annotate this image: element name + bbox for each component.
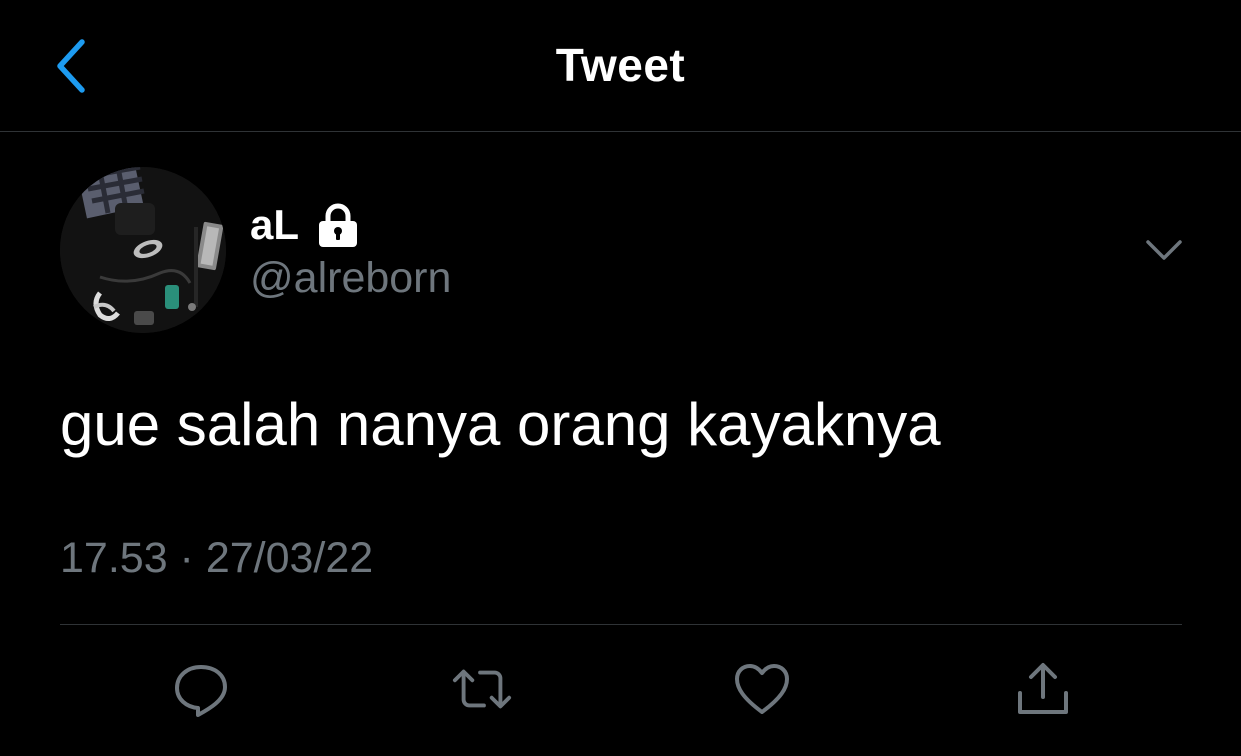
lock-icon xyxy=(315,202,361,248)
avatar[interactable] xyxy=(60,167,226,333)
chevron-down-icon xyxy=(1146,240,1182,260)
page-title: Tweet xyxy=(555,39,686,91)
display-name[interactable]: aL xyxy=(250,201,299,249)
like-button[interactable] xyxy=(731,658,793,720)
tweet-text: gue salah nanya orang kayaknya xyxy=(60,391,941,458)
retweet-button[interactable] xyxy=(451,658,513,720)
author-name-row: aL xyxy=(250,198,361,252)
reply-button[interactable] xyxy=(170,658,232,720)
more-options-button[interactable] xyxy=(1140,230,1188,270)
share-icon xyxy=(1018,663,1068,714)
share-button[interactable] xyxy=(1012,658,1074,720)
like-icon xyxy=(735,664,789,714)
navigation-bar: Tweet xyxy=(0,0,1241,132)
user-handle[interactable]: @alreborn xyxy=(250,254,451,303)
divider xyxy=(60,624,1182,625)
reply-icon xyxy=(175,665,227,717)
retweet-icon xyxy=(452,669,512,709)
tweet-timestamp[interactable]: 17.53 · 27/03/22 xyxy=(60,534,373,583)
